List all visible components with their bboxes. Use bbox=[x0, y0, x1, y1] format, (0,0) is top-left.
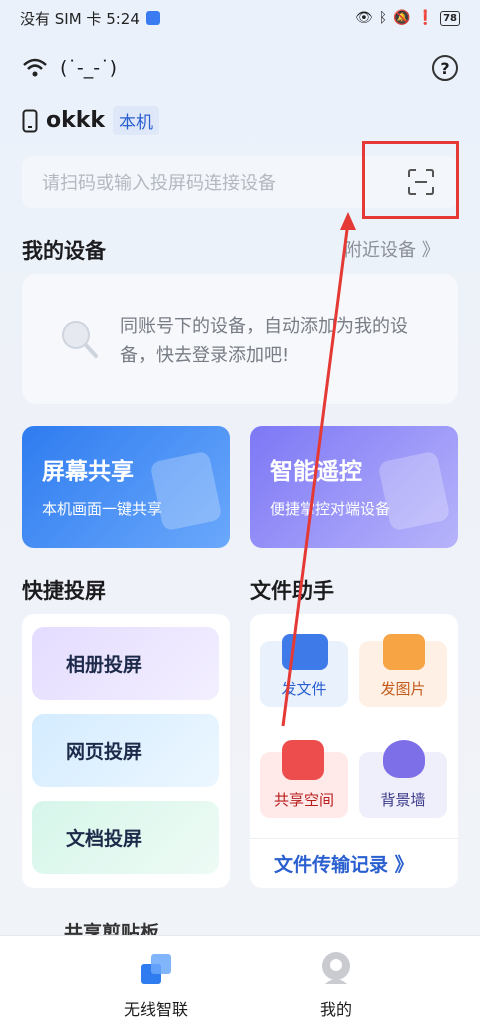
alert-icon: ❗ bbox=[416, 10, 435, 26]
wifi-name: (˙-_-˙) bbox=[60, 57, 118, 79]
send-image-label: 发图片 bbox=[380, 680, 426, 698]
smart-remote-card[interactable]: 智能遥控 便捷掌控对端设备 bbox=[250, 426, 458, 548]
transfer-records-link[interactable]: 文件传输记录 》 bbox=[274, 850, 414, 877]
folder-icon bbox=[282, 634, 328, 670]
file-helper-title: 文件助手 bbox=[250, 579, 334, 603]
top-bar: (˙-_-˙) ? bbox=[22, 52, 458, 84]
local-device-badge: 本机 bbox=[113, 106, 160, 135]
connect-input-placeholder: 请扫码或输入投屏码连接设备 bbox=[42, 173, 276, 194]
shared-space-icon bbox=[282, 740, 324, 780]
screen-share-card[interactable]: 屏幕共享 本机画面一键共享 bbox=[22, 426, 230, 548]
shared-space-label: 共享空间 bbox=[273, 791, 334, 809]
send-file-label: 发文件 bbox=[281, 680, 327, 698]
divider bbox=[250, 838, 458, 839]
palette-icon bbox=[383, 740, 425, 778]
quick-cast-title: 快捷投屏 bbox=[22, 579, 106, 603]
wireless-connect-icon bbox=[141, 954, 171, 984]
help-icon[interactable]: ? bbox=[432, 55, 458, 81]
my-devices-empty-text: 同账号下的设备，自动添加为我的设备，快去登录添加吧! bbox=[120, 316, 408, 366]
device-name: okkk bbox=[46, 108, 106, 133]
album-cast-button[interactable]: 相册投屏 bbox=[32, 627, 219, 700]
mute-icon: 🔕 bbox=[393, 10, 411, 26]
document-cast-label: 文档投屏 bbox=[66, 828, 143, 850]
status-bar: 没有 SIM 卡 5:24 👁 ᛒ 🔕 ❗ 78 bbox=[0, 0, 480, 36]
bluetooth-icon: ᛒ bbox=[378, 10, 388, 26]
carrier-time: 没有 SIM 卡 5:24 bbox=[20, 9, 140, 28]
my-devices-title: 我的设备 bbox=[22, 239, 106, 263]
tab-me-label: 我的 bbox=[319, 1000, 352, 1019]
phone-illustration-icon bbox=[149, 450, 223, 532]
tab-me[interactable]: 我的 bbox=[276, 950, 396, 1020]
nearby-devices-link[interactable]: 附近设备 》 bbox=[344, 236, 440, 262]
phone-icon bbox=[22, 109, 38, 132]
album-cast-label: 相册投屏 bbox=[66, 654, 143, 676]
bottom-tab-bar: 无线智联 我的 bbox=[0, 935, 480, 1027]
eye-icon: 👁 bbox=[355, 10, 373, 26]
current-device: okkk 本机 bbox=[22, 106, 160, 135]
scan-highlight-box bbox=[362, 141, 459, 219]
webpage-cast-label: 网页投屏 bbox=[66, 741, 143, 763]
webpage-cast-button[interactable]: 网页投屏 bbox=[32, 714, 219, 787]
tablet-illustration-icon bbox=[377, 450, 451, 532]
wallpaper-label: 背景墙 bbox=[380, 791, 426, 809]
search-icon bbox=[62, 321, 98, 358]
tab-wireless-connect-label: 无线智联 bbox=[123, 1000, 188, 1019]
app-notification-icon bbox=[145, 11, 160, 25]
image-icon bbox=[383, 634, 425, 670]
battery-icon: 78 bbox=[440, 10, 460, 26]
profile-icon bbox=[322, 952, 350, 984]
wifi-icon bbox=[23, 58, 47, 77]
document-cast-button[interactable]: 文档投屏 bbox=[32, 801, 219, 874]
tab-wireless-connect[interactable]: 无线智联 bbox=[96, 950, 216, 1020]
